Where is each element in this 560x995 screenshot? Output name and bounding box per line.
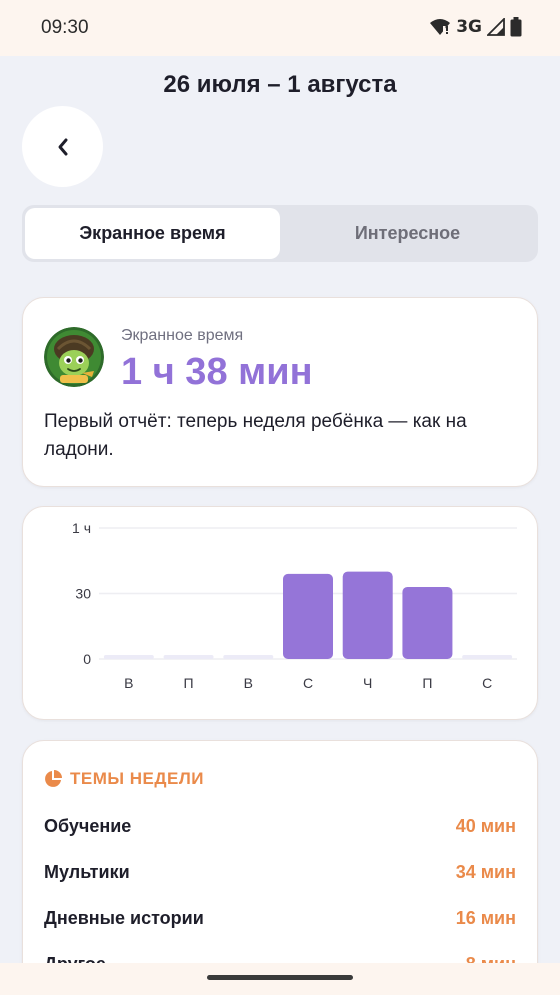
y-tick-label: 30 bbox=[75, 586, 91, 602]
chart-bar bbox=[462, 655, 513, 659]
pie-chart-icon bbox=[45, 770, 62, 787]
weekly-chart-card: 0 30 1 ч В П В С Ч П С bbox=[22, 506, 538, 720]
topics-title: ТЕМЫ НЕДЕЛИ bbox=[70, 769, 204, 788]
chart-bar bbox=[103, 655, 154, 659]
chart-bar bbox=[163, 655, 214, 659]
chart-bar bbox=[283, 573, 333, 659]
signal-icon bbox=[487, 18, 505, 36]
back-button[interactable] bbox=[22, 106, 103, 187]
x-tick-label: В bbox=[124, 675, 133, 691]
topic-row: Дневные истории 16 мин bbox=[44, 908, 516, 929]
wifi-icon bbox=[430, 19, 451, 35]
home-indicator[interactable] bbox=[207, 975, 353, 980]
topic-duration: 40 мин bbox=[455, 816, 516, 836]
period-title: 26 июля – 1 августа bbox=[163, 71, 397, 98]
topics-header: ТЕМЫ НЕДЕЛИ bbox=[44, 769, 204, 789]
topic-name: Дневные истории bbox=[44, 908, 204, 928]
battery-icon bbox=[510, 17, 522, 37]
topic-row: Обучение 40 мин bbox=[44, 816, 516, 837]
topic-duration: 34 мин bbox=[455, 862, 516, 882]
tab-bar: Экранное время Интересное bbox=[22, 205, 538, 262]
screen-time-total: 1 ч 38 мин bbox=[121, 351, 313, 393]
network-type: 3G bbox=[456, 17, 482, 37]
weekly-bar-chart: 0 30 1 ч В П В С Ч П С bbox=[72, 520, 517, 691]
topics-card: ТЕМЫ НЕДЕЛИ Обучение 40 мин Мультики 34 … bbox=[22, 740, 538, 995]
status-time: 09:30 bbox=[41, 17, 89, 38]
x-tick-label: С bbox=[482, 675, 492, 691]
report-note: Первый отчёт: теперь неделя ребёнка — ка… bbox=[44, 411, 467, 460]
chart-bar bbox=[223, 655, 274, 659]
screen-time-summary-card: Экранное время 1 ч 38 мин Первый отчёт: … bbox=[22, 297, 538, 487]
navigation-bar bbox=[0, 963, 560, 995]
chevron-left-icon bbox=[58, 138, 67, 155]
chart-bar bbox=[402, 586, 453, 659]
screen-time-label: Экранное время bbox=[121, 327, 244, 344]
x-tick-label: В bbox=[244, 675, 253, 691]
x-tick-label: П bbox=[184, 675, 194, 691]
tab-interesting[interactable]: Интересное bbox=[280, 208, 535, 259]
topic-row: Мультики 34 мин bbox=[44, 862, 516, 883]
topic-name: Обучение bbox=[44, 816, 132, 836]
status-bar: 09:30 3G bbox=[0, 0, 560, 56]
y-tick-label: 0 bbox=[83, 651, 91, 667]
topic-duration: 16 мин bbox=[455, 908, 516, 928]
status-icons: 3G bbox=[429, 17, 522, 37]
chart-bar bbox=[342, 571, 393, 659]
x-tick-label: С bbox=[303, 675, 313, 691]
turtle-avatar bbox=[44, 327, 104, 387]
x-tick-label: Ч bbox=[363, 675, 372, 691]
y-tick-label: 1 ч bbox=[72, 520, 91, 536]
x-tick-label: П bbox=[422, 675, 432, 691]
tab-screen-time[interactable]: Экранное время bbox=[25, 208, 280, 259]
topic-name: Мультики bbox=[44, 862, 130, 882]
